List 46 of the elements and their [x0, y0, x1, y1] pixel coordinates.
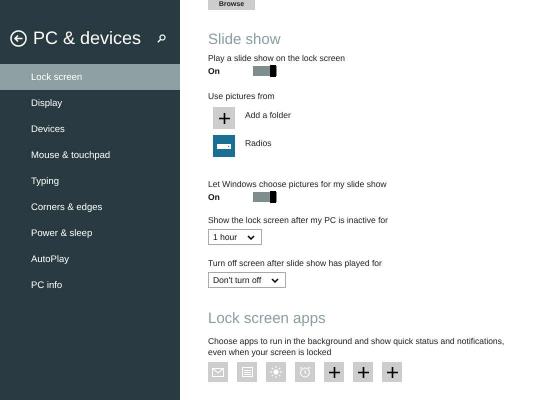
plus-icon [328, 366, 340, 378]
setting-label: Show the lock screen after my PC is inactive for [208, 215, 389, 225]
nav-item[interactable]: Devices [0, 116, 180, 142]
nav-item[interactable]: Corners & edges [0, 194, 180, 220]
toggle-switch[interactable] [253, 192, 277, 202]
chevron-down-icon [271, 278, 280, 282]
description-text: Choose apps to run in the background and show quick status and notifications, even when your screen is locked [208, 336, 506, 358]
dropdown[interactable]: Don't turn off [208, 272, 286, 288]
dropdown[interactable]: 1 hour [208, 229, 262, 245]
envelope-icon [212, 368, 224, 376]
alarm-clock-icon [299, 366, 311, 378]
nav-item[interactable]: Typing [0, 168, 180, 194]
section-heading: Slide show [208, 31, 282, 48]
plus-icon [386, 366, 398, 378]
toggle-state: On [208, 192, 221, 202]
source-label: Radios [245, 138, 272, 150]
setting-label: Play a slide show on the lock screen [208, 53, 346, 63]
nav-item[interactable]: Power & sleep [0, 220, 180, 246]
app-tile[interactable] [266, 362, 286, 382]
add-app-tile[interactable] [324, 362, 344, 382]
toggle-switch[interactable] [253, 66, 277, 76]
chevron-down-icon [247, 234, 256, 240]
add-folder-tile[interactable] [213, 107, 235, 129]
app-tile[interactable] [208, 362, 228, 382]
source-label: Add a folder [245, 110, 291, 122]
app-tile[interactable] [295, 362, 315, 382]
nav-item[interactable]: PC info [0, 272, 180, 298]
section-heading: Lock screen apps [208, 310, 327, 327]
nav-item[interactable]: AutoPlay [0, 246, 180, 272]
toggle-state: On [208, 66, 221, 76]
drive-icon [217, 144, 231, 148]
sun-icon [270, 366, 282, 378]
setting-label: Turn off screen after slide show has played for [208, 258, 383, 268]
plus-icon [358, 366, 368, 378]
calendar-icon [242, 367, 252, 377]
search-icon[interactable] [157, 34, 166, 42]
setting-label: Let Windows choose pictures for my slide show [208, 179, 388, 189]
add-app-tile[interactable] [382, 362, 402, 382]
setting-label: Use pictures from [208, 91, 276, 101]
add-app-tile[interactable] [353, 362, 373, 382]
app-tile[interactable] [237, 362, 257, 382]
plus-icon [218, 112, 230, 124]
nav-item[interactable]: Display [0, 90, 180, 116]
folder-tile[interactable] [213, 135, 235, 157]
page-title: PC & devices [33, 28, 142, 48]
nav-item[interactable]: Mouse & touchpad [0, 142, 180, 168]
